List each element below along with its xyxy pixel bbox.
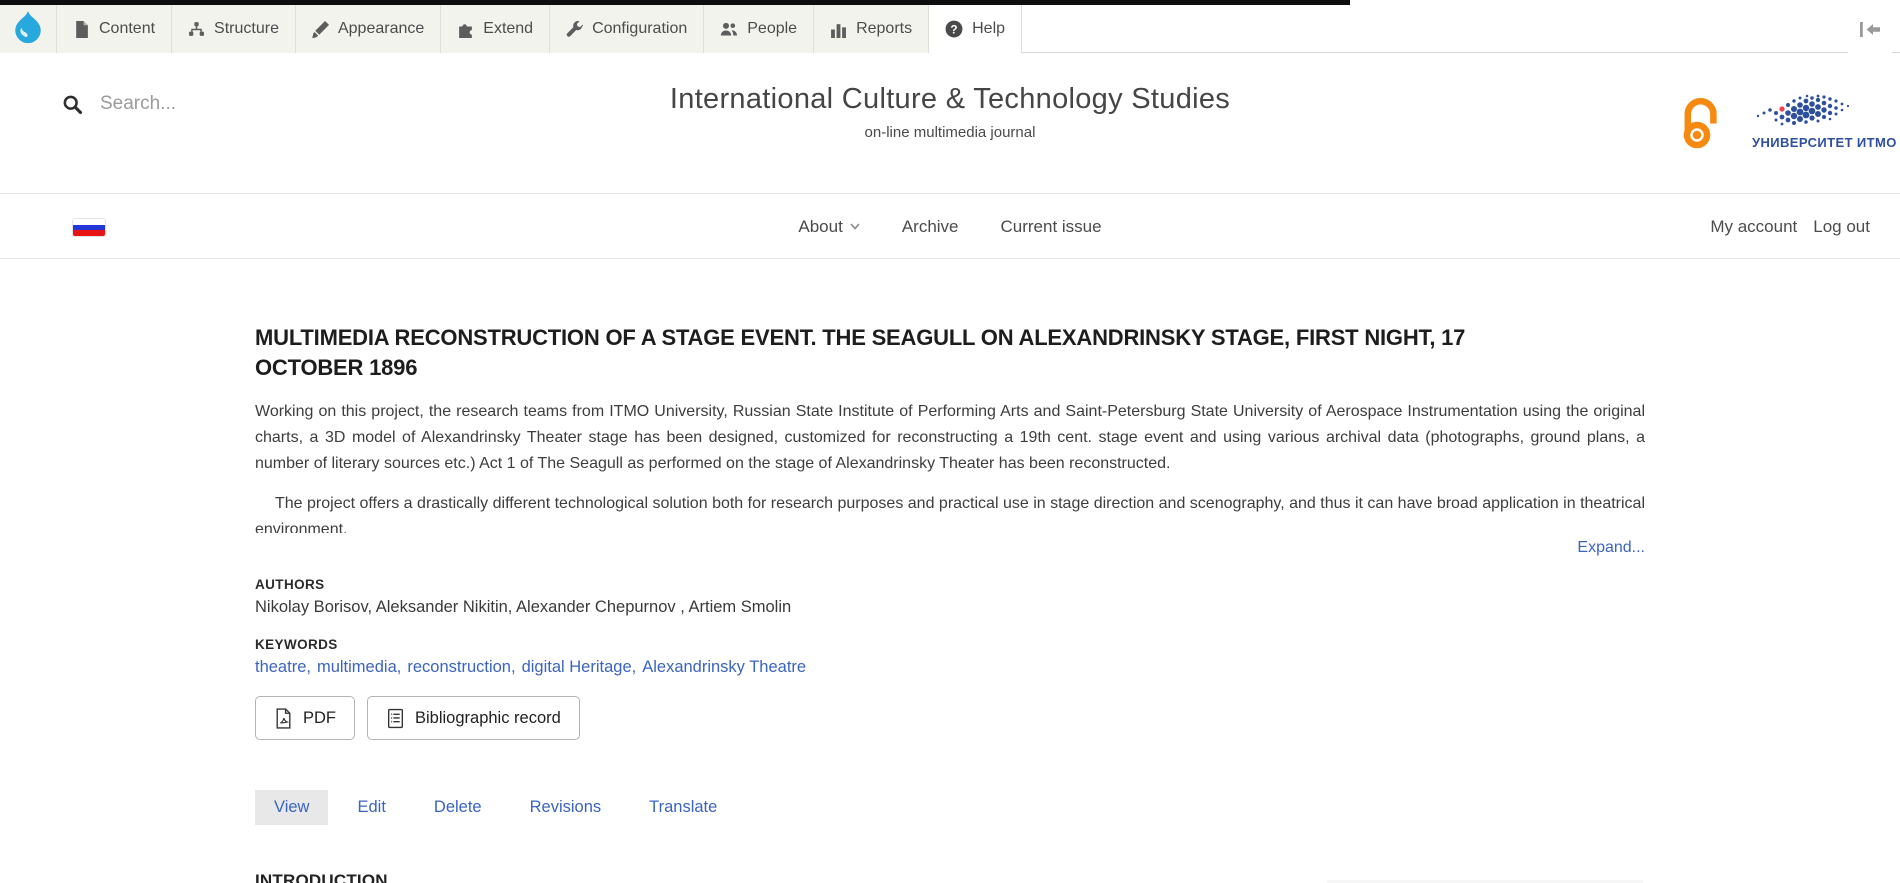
authors-label: AUTHORS <box>255 577 1645 592</box>
keyword-link[interactable]: multimedia, <box>317 658 401 677</box>
toolbar-item-label: Configuration <box>592 20 687 38</box>
bibliographic-record-button[interactable]: Bibliographic record <box>367 696 580 740</box>
toggle-left-arrow-icon <box>1859 21 1881 38</box>
nav-item-label: About <box>798 217 842 237</box>
bar-chart-icon <box>830 21 847 38</box>
expand-link[interactable]: Expand... <box>1577 539 1645 556</box>
pdf-button-label: PDF <box>303 709 336 728</box>
toolbar-item-help[interactable]: ? Help <box>929 5 1022 53</box>
file-icon <box>73 21 90 38</box>
puzzle-icon <box>457 21 474 38</box>
article-content: MULTIMEDIA RECONSTRUCTION OF A STAGE EVE… <box>255 323 1645 883</box>
toolbar-item-label: People <box>747 20 797 38</box>
main-navigation: About Archive Current issue My account L… <box>0 194 1900 259</box>
tab-revisions[interactable]: Revisions <box>511 790 621 825</box>
my-account-link[interactable]: My account <box>1710 217 1797 237</box>
toolbar-item-label: Extend <box>483 20 533 38</box>
tab-delete[interactable]: Delete <box>415 790 501 825</box>
toolbar-item-people[interactable]: People <box>704 5 814 53</box>
log-out-link[interactable]: Log out <box>1813 217 1870 237</box>
keyword-link[interactable]: reconstruction, <box>407 658 515 677</box>
tab-translate[interactable]: Translate <box>630 790 736 825</box>
svg-text:?: ? <box>951 22 958 36</box>
pdf-button[interactable]: PDF <box>255 696 355 740</box>
toolbar-item-extend[interactable]: Extend <box>441 5 550 53</box>
nav-item-label: Archive <box>902 217 959 237</box>
keywords-list: theatre, multimedia, reconstruction, dig… <box>255 658 1645 677</box>
nav-item-label: Log out <box>1813 217 1870 237</box>
tab-view[interactable]: View <box>255 790 328 825</box>
drupal-logo-icon <box>13 11 43 47</box>
toolbar-item-label: Help <box>972 20 1005 38</box>
wrench-icon <box>566 21 583 38</box>
toolbar-orientation-toggle-button[interactable] <box>1848 5 1892 53</box>
toolbar-item-appearance[interactable]: Appearance <box>296 5 441 53</box>
toolbar-item-label: Structure <box>214 20 279 38</box>
nav-item-about[interactable]: About <box>798 217 859 237</box>
itmo-university-logo[interactable]: УНИВЕРСИТЕТ ИТМО <box>1752 89 1876 150</box>
site-header: International Culture & Technology Studi… <box>0 53 1900 194</box>
journal-subtitle: on-line multimedia journal <box>0 124 1900 141</box>
sitemap-icon <box>188 21 205 38</box>
toolbar-item-reports[interactable]: Reports <box>814 5 929 53</box>
abstract-paragraph: Working on this project, the research te… <box>255 399 1645 477</box>
journal-title: International Culture & Technology Studi… <box>0 83 1900 116</box>
article-title: MULTIMEDIA RECONSTRUCTION OF A STAGE EVE… <box>255 323 1575 382</box>
toolbar-item-configuration[interactable]: Configuration <box>550 5 704 53</box>
nav-item-current-issue[interactable]: Current issue <box>1001 217 1102 237</box>
article-abstract: Working on this project, the research te… <box>255 399 1645 533</box>
open-access-badge-icon <box>1682 95 1720 149</box>
help-icon: ? <box>945 20 963 38</box>
drupal-home-button[interactable] <box>0 5 57 53</box>
nav-item-archive[interactable]: Archive <box>902 217 959 237</box>
document-list-icon <box>386 708 405 729</box>
people-icon <box>720 21 738 38</box>
itmo-logo-dots <box>1752 89 1872 133</box>
bibliographic-record-button-label: Bibliographic record <box>415 709 561 728</box>
tab-edit[interactable]: Edit <box>338 790 404 825</box>
keyword-link[interactable]: theatre, <box>255 658 311 677</box>
admin-toolbar: Content Structure Appearance Extend Conf <box>0 0 1900 53</box>
authors-list: Nikolay Borisov, Aleksander Nikitin, Ale… <box>255 598 1645 617</box>
itmo-logo-text: УНИВЕРСИТЕТ ИТМО <box>1752 135 1876 150</box>
node-tabs: View Edit Delete Revisions Translate <box>255 790 1645 825</box>
toolbar-item-content[interactable]: Content <box>57 5 172 53</box>
keyword-link[interactable]: digital Heritage, <box>522 658 637 677</box>
nav-item-label: My account <box>1710 217 1797 237</box>
toolbar-item-label: Content <box>99 20 155 38</box>
nav-item-label: Current issue <box>1001 217 1102 237</box>
toolbar-item-label: Reports <box>856 20 912 38</box>
pdf-file-icon <box>274 708 293 729</box>
paintbrush-icon <box>312 21 329 38</box>
chevron-down-icon <box>850 223 860 230</box>
keyword-link[interactable]: Alexandrinsky Theatre <box>642 658 806 677</box>
toolbar-item-label: Appearance <box>338 20 424 38</box>
toolbar-item-structure[interactable]: Structure <box>172 5 296 53</box>
abstract-paragraph: The project offers a drastically differe… <box>255 491 1645 533</box>
keywords-label: KEYWORDS <box>255 637 1645 652</box>
